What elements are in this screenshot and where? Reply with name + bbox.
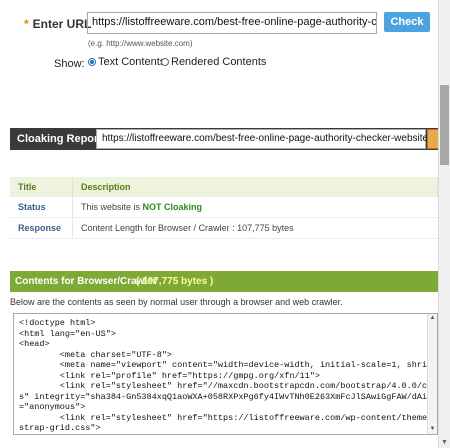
scroll-down-arrow-icon[interactable]: ▼ xyxy=(428,425,437,434)
code-line: s" integrity="sha384-Gn5384xqQ1aoWXA+058… xyxy=(19,391,433,402)
cloaking-url-text: https://listoffreeware.com/best-free-onl… xyxy=(102,133,436,144)
required-star: * xyxy=(24,17,29,31)
url-input[interactable]: https://listoffreeware.com/best-free-onl… xyxy=(87,12,377,34)
table-row-response: Response Content Length for Browser / Cr… xyxy=(10,217,438,239)
url-label-text: Enter URL xyxy=(32,17,92,31)
radio-text-contents[interactable]: Text Contents xyxy=(88,56,165,68)
radio-rendered-contents[interactable]: Rendered Contents xyxy=(161,56,266,68)
code-line: strap-grid.css"> xyxy=(19,423,101,433)
url-label: * Enter URL xyxy=(24,17,91,31)
status-value-cell: This website is NOT Cloaking xyxy=(73,197,438,218)
code-line: <html lang="en-US"> xyxy=(19,328,116,339)
code-text[interactable]: <!doctype html> <html lang="en-US"> <hea… xyxy=(14,314,437,434)
header-description: Description xyxy=(72,177,438,197)
contents-code-box[interactable]: <!doctype html> <html lang="en-US"> <hea… xyxy=(13,313,438,435)
contents-size: ( 107,775 bytes ) xyxy=(136,276,214,287)
radio-unselected-icon[interactable] xyxy=(161,58,169,66)
page-scroll-down-icon[interactable]: ▼ xyxy=(439,438,450,448)
page-scrollbar-thumb[interactable] xyxy=(440,85,449,165)
response-value: Content Length for Browser / Crawler : 1… xyxy=(81,223,294,233)
response-key: Response xyxy=(10,217,73,239)
contents-description: Below are the contents as seen by normal… xyxy=(10,297,343,307)
code-scrollbar[interactable]: ▲ ▼ xyxy=(427,314,437,434)
code-line: <meta charset="UTF-8"> xyxy=(19,349,173,360)
check-button[interactable]: Check xyxy=(384,12,430,32)
code-line: <link rel="profile" href="https://gmpg.o… xyxy=(19,370,320,381)
radio-text-contents-label: Text Contents xyxy=(98,56,166,68)
show-label: Show: xyxy=(54,58,85,70)
status-prefix: This website is xyxy=(81,202,141,212)
code-line: ="anonymous"> xyxy=(19,402,86,412)
status-badge: NOT Cloaking xyxy=(142,202,203,212)
table-row-status: Status This website is NOT Cloaking xyxy=(10,197,438,218)
status-key: Status xyxy=(10,197,73,218)
header-title: Title xyxy=(10,177,73,197)
url-hint: (e.g. http://www.website.com) xyxy=(88,39,193,48)
code-line: <link rel="stylesheet" href="https://lis… xyxy=(19,412,433,423)
code-line: <link rel="stylesheet" href="//maxcdn.bo… xyxy=(19,381,433,391)
cloaking-report-label: Cloaking Report: xyxy=(17,133,106,145)
radio-selected-icon[interactable] xyxy=(88,58,96,66)
scroll-up-arrow-icon[interactable]: ▲ xyxy=(428,314,437,323)
code-line: <meta name="viewport" content="width=dev… xyxy=(19,360,433,370)
radio-rendered-contents-label: Rendered Contents xyxy=(171,56,267,68)
result-table: Title Description Status This website is… xyxy=(10,177,438,239)
code-line: <!doctype html> xyxy=(19,318,96,328)
result-table-header: Title Description xyxy=(10,177,438,197)
page-scrollbar[interactable]: ▼ xyxy=(438,0,450,448)
code-line: <head> xyxy=(19,339,50,349)
